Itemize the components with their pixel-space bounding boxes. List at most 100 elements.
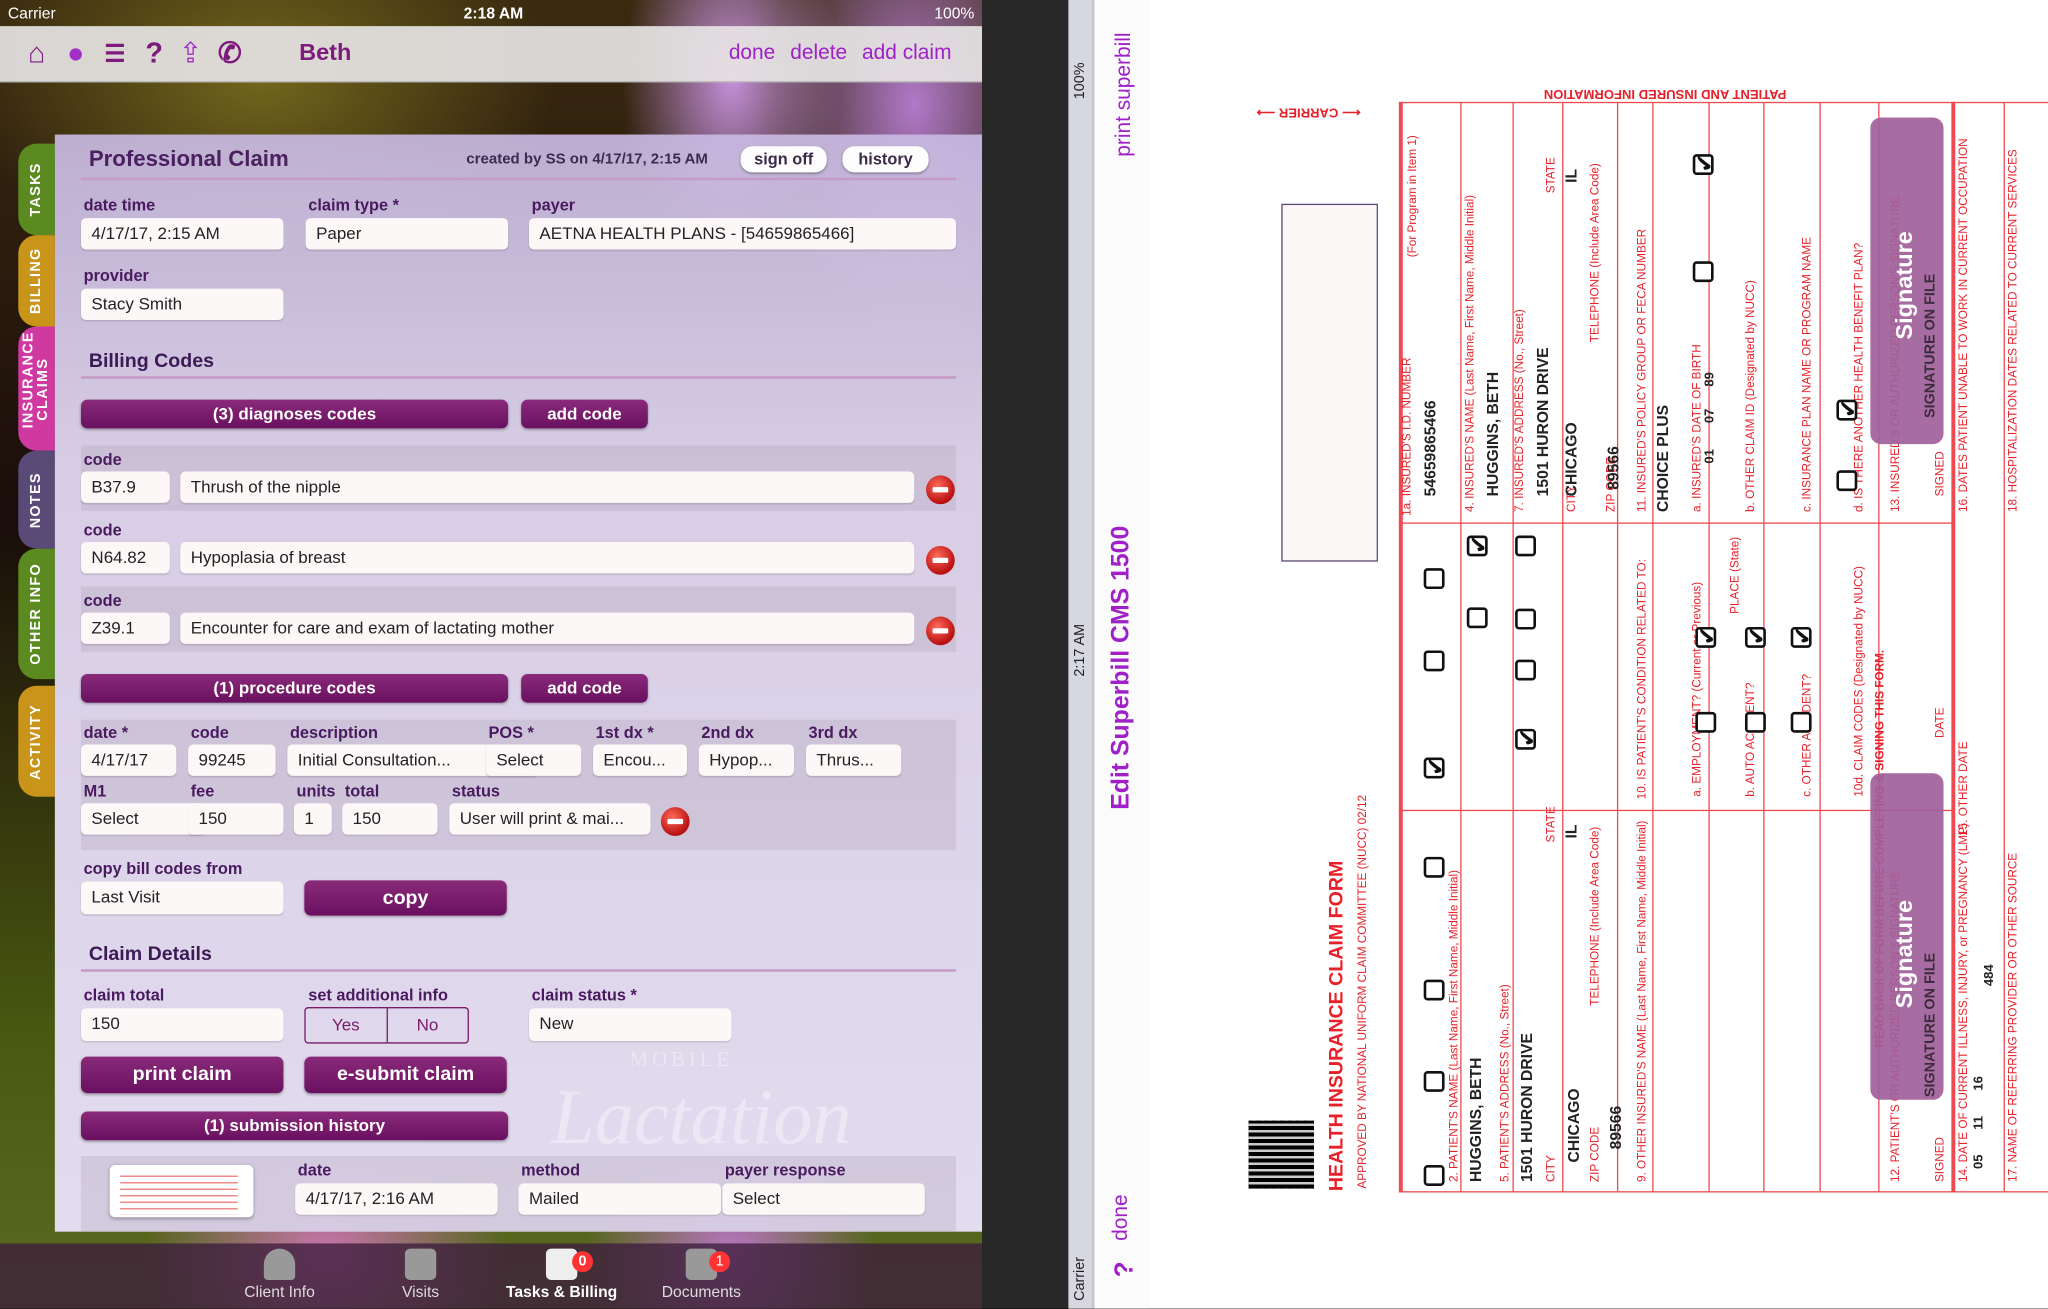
relationship-self-checkbox[interactable] <box>1515 728 1536 750</box>
e-submit-claim-button[interactable]: e-submit claim <box>304 1056 507 1094</box>
current-yy[interactable]: 16 <box>1972 1076 1986 1091</box>
history-method-select[interactable]: Mailed <box>518 1183 721 1215</box>
medicaid-checkbox[interactable] <box>1423 1071 1445 1092</box>
diagnosis-description-field[interactable]: Hypoplasia of breast <box>180 542 915 574</box>
tab-tasks-billing[interactable]: Tasks & Billing 0 <box>496 1248 627 1301</box>
other-program-checkbox[interactable] <box>1423 568 1445 590</box>
other-accident-yes-checkbox[interactable] <box>1790 711 1812 733</box>
city-insured-value[interactable]: CHICAGO <box>1562 422 1580 496</box>
add-diagnosis-code-button[interactable]: add code <box>521 399 648 429</box>
phone-icon[interactable]: ✆ <box>214 37 245 71</box>
payer-select[interactable]: AETNA HEALTH PLANS - [54659865466] <box>528 218 957 250</box>
diagnoses-codes-button[interactable]: (3) diagnoses codes <box>80 399 509 429</box>
current-mm[interactable]: 05 <box>1972 1154 1986 1169</box>
policy-group-value[interactable]: CHOICE PLUS <box>1654 405 1672 512</box>
list-icon[interactable]: ☰ <box>99 37 130 71</box>
employment-no-checkbox[interactable] <box>1695 626 1717 648</box>
help-button[interactable]: ? <box>1110 1261 1140 1277</box>
carrier-address-box[interactable] <box>1281 203 1378 562</box>
state-insured-value[interactable]: IL <box>1562 169 1580 183</box>
date-time-field[interactable]: 4/17/17, 2:15 AM <box>80 218 284 250</box>
diagnosis-description-field[interactable]: Encounter for care and exam of lactating… <box>180 612 915 644</box>
patient-sex-m-checkbox[interactable] <box>1466 607 1488 629</box>
share-icon[interactable]: ⇪ <box>175 37 206 71</box>
side-tab-notes[interactable]: NOTES <box>18 450 55 549</box>
medicare-checkbox[interactable] <box>1423 1165 1445 1186</box>
qual-value[interactable]: 484 <box>1983 964 1997 986</box>
m1-select[interactable]: Select <box>80 803 206 835</box>
patient-address-value[interactable]: 1501 HURON DRIVE <box>1518 1033 1536 1182</box>
insured-dob-yy[interactable]: 89 <box>1703 372 1717 387</box>
patient-sex-f-checkbox[interactable] <box>1466 535 1488 557</box>
done-button[interactable]: done <box>729 42 775 66</box>
add-procedure-code-button[interactable]: add code <box>521 673 648 703</box>
insured-dob-dd[interactable]: 07 <box>1703 409 1717 424</box>
total-field[interactable]: 150 <box>342 803 438 835</box>
side-tab-activity[interactable]: ACTIVITY <box>18 685 55 797</box>
state-value[interactable]: IL <box>1562 825 1580 839</box>
tab-visits[interactable]: Visits <box>355 1248 486 1301</box>
help-icon[interactable]: ? <box>138 37 169 71</box>
procedure-code-field[interactable]: 99245 <box>188 744 276 776</box>
copy-button[interactable]: copy <box>304 880 507 916</box>
another-plan-no-checkbox[interactable] <box>1836 399 1858 421</box>
pos-select[interactable]: Select <box>485 744 582 776</box>
relationship-spouse-checkbox[interactable] <box>1515 659 1536 681</box>
print-superbill-button[interactable]: print superbill <box>1113 32 1137 156</box>
additional-info-no[interactable]: No <box>385 1008 468 1043</box>
diagnosis-code-field[interactable]: N64.82 <box>80 542 170 574</box>
insured-sex-f-checkbox[interactable] <box>1692 154 1714 176</box>
claim-form-thumbnail[interactable] <box>109 1165 254 1218</box>
side-tab-tasks[interactable]: TASKS <box>18 143 55 236</box>
payer-response-select[interactable]: Select <box>722 1183 925 1215</box>
third-dx-select[interactable]: Thrus... <box>805 744 902 776</box>
patient-signature-button[interactable]: Signature SIGNATURE ON FILE <box>1870 773 1944 1100</box>
tab-documents[interactable]: Documents 1 <box>636 1248 767 1301</box>
auto-accident-no-checkbox[interactable] <box>1744 626 1766 648</box>
champva-checkbox[interactable] <box>1423 856 1445 878</box>
zip-value[interactable]: 89566 <box>1607 1106 1625 1150</box>
copy-from-select[interactable]: Last Visit <box>80 881 284 915</box>
submission-history-button[interactable]: (1) submission history <box>80 1111 509 1141</box>
units-field[interactable]: 1 <box>293 803 332 835</box>
diagnosis-code-field[interactable]: Z39.1 <box>80 612 170 644</box>
patient-name-value[interactable]: HUGGINS, BETH <box>1467 1058 1485 1183</box>
first-dx-select[interactable]: Encou... <box>592 744 688 776</box>
relationship-other-checkbox[interactable] <box>1515 535 1536 557</box>
feca-checkbox[interactable] <box>1423 650 1445 672</box>
side-tab-insurance-claims[interactable]: INSURANCE CLAIMS <box>18 326 55 451</box>
additional-info-yes[interactable]: Yes <box>306 1008 386 1042</box>
remove-procedure-icon[interactable] <box>660 807 690 836</box>
fee-field[interactable]: 150 <box>188 803 284 835</box>
procedure-status-select[interactable]: User will print & mai... <box>449 803 651 835</box>
insured-id-value[interactable]: 54659865466 <box>1421 400 1439 496</box>
done-button[interactable]: done <box>1110 1194 1134 1240</box>
side-tab-billing[interactable]: BILLING <box>18 235 55 327</box>
zip-insured-value[interactable]: 89566 <box>1604 446 1622 490</box>
claim-type-select[interactable]: Paper <box>305 218 509 250</box>
tricare-checkbox[interactable] <box>1423 979 1445 1001</box>
home-icon[interactable]: ⌂ <box>21 37 52 71</box>
delete-button[interactable]: delete <box>790 42 847 66</box>
chat-bubble-icon[interactable]: ● <box>60 37 91 71</box>
claim-status-select[interactable]: New <box>528 1008 732 1041</box>
insured-name-value[interactable]: HUGGINS, BETH <box>1484 372 1502 497</box>
history-date-field[interactable]: 4/17/17, 2:16 AM <box>295 1183 498 1215</box>
insured-dob-mm[interactable]: 01 <box>1703 449 1717 464</box>
history-button[interactable]: history <box>842 146 929 173</box>
tab-client-info[interactable]: Client Info <box>214 1248 345 1301</box>
procedure-date-field[interactable]: 4/17/17 <box>80 744 177 776</box>
add-claim-button[interactable]: add claim <box>862 42 951 66</box>
employment-yes-checkbox[interactable] <box>1695 711 1717 733</box>
another-plan-yes-checkbox[interactable] <box>1836 470 1858 492</box>
claim-total-field[interactable]: 150 <box>80 1008 284 1041</box>
second-dx-select[interactable]: Hypop... <box>698 744 795 776</box>
auto-accident-yes-checkbox[interactable] <box>1744 711 1766 733</box>
sign-off-button[interactable]: sign off <box>740 146 827 173</box>
print-claim-button[interactable]: print claim <box>80 1056 284 1094</box>
side-tab-other-info[interactable]: OTHER INFO <box>18 548 55 680</box>
current-dd[interactable]: 11 <box>1972 1116 1986 1130</box>
relationship-child-checkbox[interactable] <box>1515 608 1536 630</box>
diagnosis-description-field[interactable]: Thrush of the nipple <box>180 471 915 503</box>
other-accident-no-checkbox[interactable] <box>1790 626 1812 648</box>
